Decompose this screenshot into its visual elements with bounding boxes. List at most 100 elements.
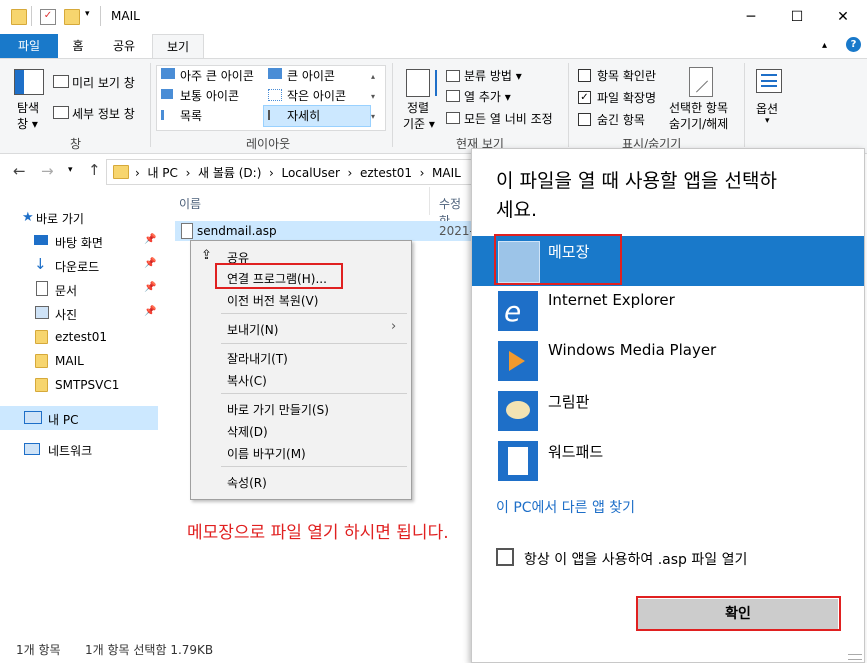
hide-selected-label[interactable]: 선택한 항목 <box>669 99 728 116</box>
layout-group-label: 레이아웃 <box>246 137 291 151</box>
pictures-icon <box>35 306 49 319</box>
file-row-selected[interactable]: sendmail.asp 2021- <box>175 221 474 241</box>
add-columns-button[interactable]: 열 추가 ▾ <box>464 88 511 105</box>
gallery-scroll-icon[interactable]: ▴ ▾ ▾ <box>371 67 375 127</box>
layout-details[interactable]: 자세히 <box>287 107 320 124</box>
tab-share[interactable]: 공유 <box>100 34 148 58</box>
sort-by-label[interactable]: 정렬 <box>407 99 429 116</box>
layout-list[interactable]: 목록 <box>180 107 202 124</box>
forward-icon[interactable]: → <box>41 162 54 180</box>
group-by-button[interactable]: 분류 방법 ▾ <box>464 67 522 84</box>
maximize-button[interactable]: ☐ <box>774 0 820 34</box>
resize-grip-icon[interactable] <box>848 654 862 660</box>
layout-medium-icons[interactable]: 보통 아이콘 <box>180 87 239 104</box>
notepad-highlight-box <box>494 234 622 285</box>
navigation-pane: ★ 바로 가기 바탕 화면 📌 ↓ 다운로드 📌 문서 📌 사진 📌 eztest01 … <box>0 190 160 630</box>
app-option-windows-media-player[interactable]: Windows Media Player <box>494 336 864 386</box>
help-icon[interactable]: ? <box>846 37 861 52</box>
breadcrumb-volume-d[interactable]: 새 볼륨 (D:) <box>198 166 261 180</box>
customize-qat-icon[interactable]: ▾ <box>85 9 90 19</box>
hide-selected-label-2[interactable]: 숨기기/해제 <box>669 115 728 132</box>
details-icon <box>268 110 282 120</box>
options-dropdown-icon[interactable]: ▾ <box>765 116 770 126</box>
breadcrumb-mail[interactable]: MAIL <box>432 166 461 180</box>
details-pane-button[interactable]: 세부 정보 창 <box>72 105 135 122</box>
nav-item-eztest01[interactable]: eztest01 <box>0 326 158 348</box>
hide-selected-icon[interactable] <box>689 67 713 97</box>
computer-icon <box>24 411 42 424</box>
nav-item-downloads[interactable]: ↓ 다운로드 📌 <box>0 254 158 276</box>
tab-home[interactable]: 홈 <box>58 34 98 58</box>
menu-send-to[interactable]: 보내기(N) <box>227 321 278 338</box>
nav-item-documents[interactable]: 문서 📌 <box>0 278 158 300</box>
nav-item-pictures[interactable]: 사진 📌 <box>0 302 158 324</box>
navigation-pane-label-2[interactable]: 창 ▾ <box>17 115 38 132</box>
breadcrumb-this-pc[interactable]: 내 PC <box>147 166 177 180</box>
column-header-name[interactable]: 이름 <box>179 195 201 212</box>
app-option-paint[interactable]: 그림판 <box>494 386 864 436</box>
menu-create-shortcut[interactable]: 바로 가기 만들기(S) <box>227 401 329 418</box>
options-icon[interactable] <box>756 69 782 93</box>
more-apps-link[interactable]: 이 PC에서 다른 앱 찾기 <box>496 497 635 517</box>
pin-icon: 📌 <box>144 258 157 269</box>
nav-network[interactable]: 네트워크 <box>0 438 158 460</box>
hidden-items-label[interactable]: 숨긴 항목 <box>597 111 645 128</box>
ribbon-tabs: 파일 홈 공유 보기 ▴ ? <box>0 34 867 60</box>
navigation-pane-label[interactable]: 탐색 <box>17 99 39 116</box>
preview-pane-button[interactable]: 미리 보기 창 <box>72 74 135 91</box>
menu-cut[interactable]: 잘라내기(T) <box>227 350 288 367</box>
menu-separator <box>221 343 407 344</box>
nav-item-smtpsvc1[interactable]: SMTPSVC1 <box>0 374 158 396</box>
layout-extra-large-icons[interactable]: 아주 큰 아이콘 <box>180 67 254 84</box>
window-title: MAIL <box>111 9 140 23</box>
always-use-label[interactable]: 항상 이 앱을 사용하여 .asp 파일 열기 <box>524 549 747 569</box>
collapse-ribbon-icon[interactable]: ▴ <box>822 40 827 51</box>
column-divider[interactable] <box>429 187 430 215</box>
menu-restore-previous[interactable]: 이전 버전 복원(V) <box>227 292 318 309</box>
new-folder-icon[interactable] <box>64 9 80 25</box>
hidden-items-checkbox[interactable] <box>578 113 591 126</box>
options-label[interactable]: 옵션 <box>756 100 778 117</box>
sort-by-icon[interactable] <box>406 69 437 97</box>
properties-icon[interactable]: ✓ <box>40 9 56 25</box>
always-use-checkbox[interactable] <box>496 548 514 566</box>
nav-item-desktop[interactable]: 바탕 화면 📌 <box>0 230 158 252</box>
file-name: sendmail.asp <box>197 224 277 238</box>
up-icon[interactable]: ↑ <box>88 161 101 179</box>
file-date: 2021- <box>439 224 474 238</box>
nav-this-pc[interactable]: 내 PC <box>0 406 158 430</box>
back-icon[interactable]: ← <box>13 162 26 180</box>
nav-quick-access[interactable]: ★ 바로 가기 <box>0 206 158 228</box>
file-extensions-checkbox[interactable]: ✓ <box>578 91 591 104</box>
item-checkboxes-checkbox[interactable] <box>578 69 591 82</box>
file-extensions-label[interactable]: 파일 확장명 <box>597 89 656 106</box>
annotation-text: 메모장으로 파일 열기 하시면 됩니다. <box>187 523 449 543</box>
breadcrumb-eztest01[interactable]: eztest01 <box>360 166 412 180</box>
breadcrumb-localuser[interactable]: LocalUser <box>281 166 339 180</box>
layout-large-icons[interactable]: 큰 아이콘 <box>287 67 335 84</box>
app-option-wordpad[interactable]: 워드패드 <box>494 436 864 486</box>
address-bar[interactable]: › 내 PC › 새 볼륨 (D:) › LocalUser › eztest0… <box>106 159 473 185</box>
menu-properties[interactable]: 속성(R) <box>227 474 267 491</box>
menu-rename[interactable]: 이름 바꾸기(M) <box>227 445 306 462</box>
layout-small-icons[interactable]: 작은 아이콘 <box>287 87 346 104</box>
nav-item-mail[interactable]: MAIL <box>0 350 158 372</box>
minimize-button[interactable]: ─ <box>728 0 774 34</box>
share-icon: ⇪ <box>201 248 212 263</box>
tab-view[interactable]: 보기 <box>152 34 204 60</box>
app-option-internet-explorer[interactable]: e Internet Explorer <box>494 286 864 336</box>
menu-separator <box>221 313 407 314</box>
close-button[interactable]: ✕ <box>820 0 866 34</box>
fit-columns-button[interactable]: 모든 열 너비 조정 <box>464 110 553 127</box>
file-icon <box>181 223 193 239</box>
item-checkboxes-label[interactable]: 항목 확인란 <box>597 67 656 84</box>
menu-delete[interactable]: 삭제(D) <box>227 423 268 440</box>
menu-copy[interactable]: 복사(C) <box>227 372 267 389</box>
folder-icon <box>35 378 48 392</box>
navigation-pane-icon[interactable] <box>14 69 44 95</box>
pin-icon: 📌 <box>144 306 157 317</box>
open-with-highlight-box <box>215 263 343 289</box>
sort-by-label-2[interactable]: 기준 ▾ <box>403 115 435 132</box>
recent-locations-icon[interactable]: ▾ <box>68 165 73 175</box>
tab-file[interactable]: 파일 <box>0 34 58 58</box>
